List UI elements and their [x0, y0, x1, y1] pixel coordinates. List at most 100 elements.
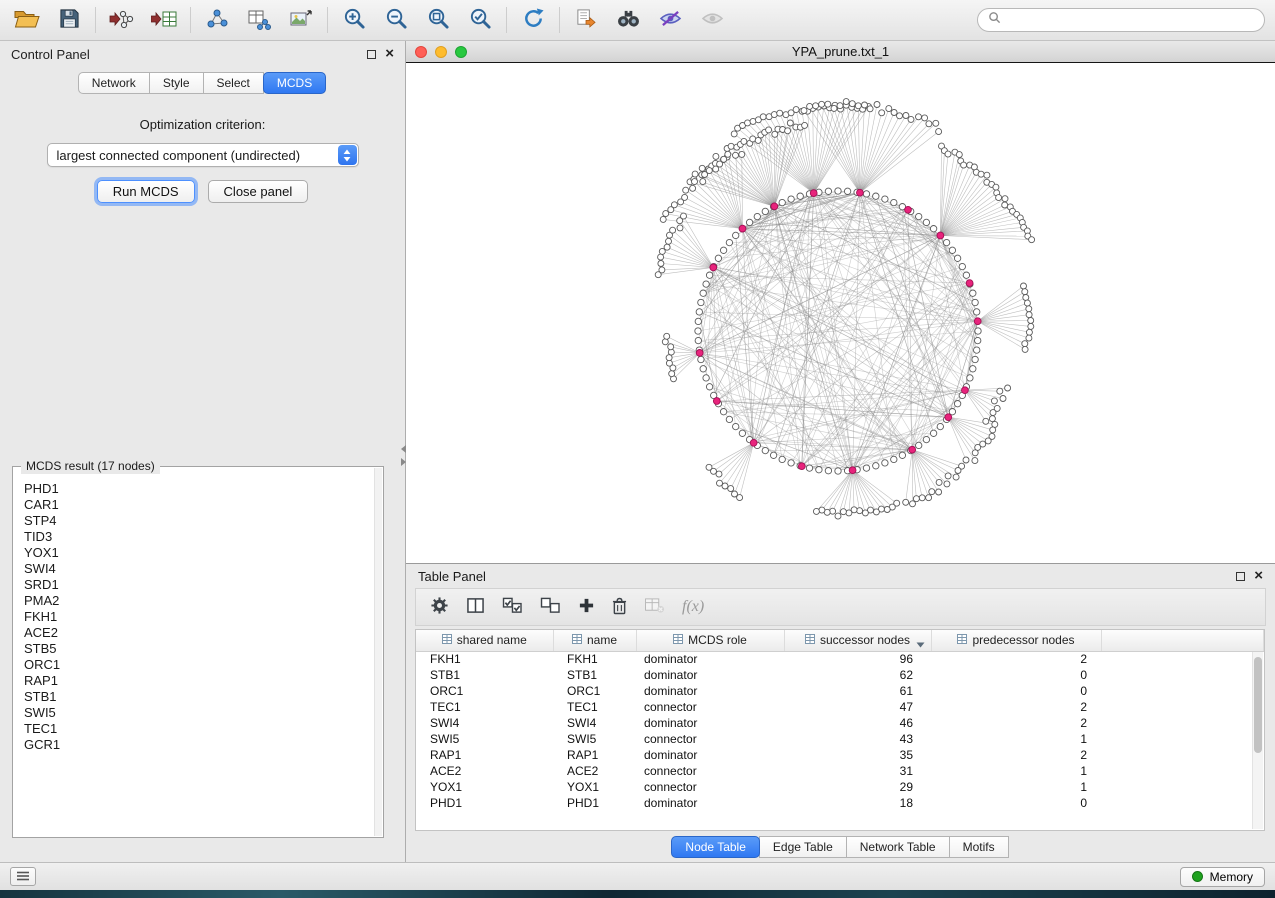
network-node[interactable] [978, 171, 984, 177]
network-node[interactable] [700, 366, 706, 372]
splitter-collapse-handle[interactable] [399, 445, 407, 469]
network-node[interactable] [975, 337, 981, 343]
network-node[interactable] [873, 463, 879, 469]
mcds-dominator-node[interactable] [937, 232, 944, 239]
find-button[interactable] [611, 5, 645, 35]
network-node[interactable] [903, 113, 909, 119]
network-node[interactable] [703, 281, 709, 287]
mcds-result-item[interactable]: STB1 [15, 689, 373, 705]
network-node[interactable] [664, 244, 670, 250]
network-node[interactable] [923, 219, 929, 225]
network-node[interactable] [916, 213, 922, 219]
network-node[interactable] [970, 366, 976, 372]
mcds-dominator-node[interactable] [974, 318, 981, 325]
network-canvas[interactable] [406, 63, 1275, 563]
network-node[interactable] [835, 188, 841, 194]
network-node[interactable] [788, 196, 794, 202]
network-node[interactable] [741, 138, 747, 144]
function-builder-button[interactable]: f(x) [682, 598, 704, 616]
network-node[interactable] [695, 318, 701, 324]
network-node[interactable] [923, 436, 929, 442]
network-node[interactable] [806, 465, 812, 471]
network-node[interactable] [873, 509, 879, 515]
zoom-out-button[interactable] [379, 5, 413, 35]
network-node[interactable] [882, 460, 888, 466]
mcds-result-item[interactable]: STB5 [15, 641, 373, 657]
network-node[interactable] [726, 239, 732, 245]
network-node[interactable] [728, 486, 734, 492]
network-node[interactable] [816, 467, 822, 473]
network-node[interactable] [933, 120, 939, 126]
network-node[interactable] [989, 416, 995, 422]
network-node[interactable] [732, 491, 738, 497]
network-node[interactable] [1026, 312, 1032, 318]
refresh-view-button[interactable] [516, 5, 550, 35]
collapse-left-icon[interactable] [401, 445, 406, 453]
zoom-selected-button[interactable] [463, 5, 497, 35]
network-node[interactable] [706, 168, 712, 174]
delete-rows-button[interactable] [612, 597, 627, 618]
network-node[interactable] [698, 356, 704, 362]
network-node[interactable] [683, 187, 689, 193]
table-row[interactable]: SWI4SWI4dominator462 [416, 715, 1264, 731]
network-node[interactable] [825, 468, 831, 474]
network-node[interactable] [954, 255, 960, 261]
network-node[interactable] [916, 114, 922, 120]
mcds-dominator-node[interactable] [710, 264, 717, 271]
network-node[interactable] [813, 103, 819, 109]
mcds-result-item[interactable]: TEC1 [15, 721, 373, 737]
import-network-from-file-button[interactable] [105, 5, 139, 35]
table-row[interactable]: ACE2ACE2connector311 [416, 763, 1264, 779]
merge-tables-button[interactable] [242, 5, 276, 35]
mcds-dominator-node[interactable] [909, 446, 916, 453]
column-header-predecessor-nodes[interactable]: predecessor nodes [931, 630, 1101, 651]
network-node[interactable] [930, 430, 936, 436]
clone-network-button[interactable] [569, 5, 603, 35]
table-row[interactable]: YOX1YOX1connector291 [416, 779, 1264, 795]
network-node[interactable] [903, 499, 909, 505]
network-node[interactable] [819, 507, 825, 513]
show-graphics-details-button[interactable] [695, 5, 729, 35]
network-node[interactable] [937, 423, 943, 429]
network-node[interactable] [963, 272, 969, 278]
network-node[interactable] [899, 452, 905, 458]
zoom-fit-content-button[interactable] [421, 5, 455, 35]
network-node[interactable] [945, 473, 951, 479]
network-node[interactable] [722, 483, 728, 489]
network-node[interactable] [666, 355, 672, 361]
mcds-result-item[interactable]: SWI4 [15, 561, 373, 577]
network-node[interactable] [944, 481, 950, 487]
network-node[interactable] [874, 102, 880, 108]
network-node[interactable] [682, 194, 688, 200]
network-node[interactable] [715, 255, 721, 261]
mcds-dominator-node[interactable] [771, 203, 778, 210]
network-node[interactable] [733, 423, 739, 429]
network-node[interactable] [721, 156, 727, 162]
network-node[interactable] [658, 261, 664, 267]
minimize-window-button[interactable] [435, 46, 447, 58]
network-node[interactable] [825, 101, 831, 107]
network-node[interactable] [984, 172, 990, 178]
network-node[interactable] [835, 468, 841, 474]
mcds-dominator-node[interactable] [750, 439, 757, 446]
criterion-dropdown[interactable]: largest connected component (undirected) [47, 143, 359, 167]
network-node[interactable] [813, 508, 819, 514]
network-node[interactable] [720, 409, 726, 415]
network-node[interactable] [974, 309, 980, 315]
table-row[interactable]: PHD1PHD1dominator180 [416, 795, 1264, 811]
network-node[interactable] [677, 225, 683, 231]
mcds-dominator-node[interactable] [696, 350, 703, 357]
network-node[interactable] [840, 509, 846, 515]
network-node[interactable] [745, 120, 751, 126]
network-node[interactable] [891, 199, 897, 205]
network-node[interactable] [967, 375, 973, 381]
network-node[interactable] [972, 458, 978, 464]
zoom-in-button[interactable] [337, 5, 371, 35]
mcds-dominator-node[interactable] [849, 467, 856, 474]
table-options-button[interactable] [430, 596, 449, 618]
maximize-window-button[interactable] [455, 46, 467, 58]
network-node[interactable] [739, 430, 745, 436]
float-panel-icon[interactable] [367, 50, 376, 59]
network-node[interactable] [855, 103, 861, 109]
network-node[interactable] [955, 468, 961, 474]
